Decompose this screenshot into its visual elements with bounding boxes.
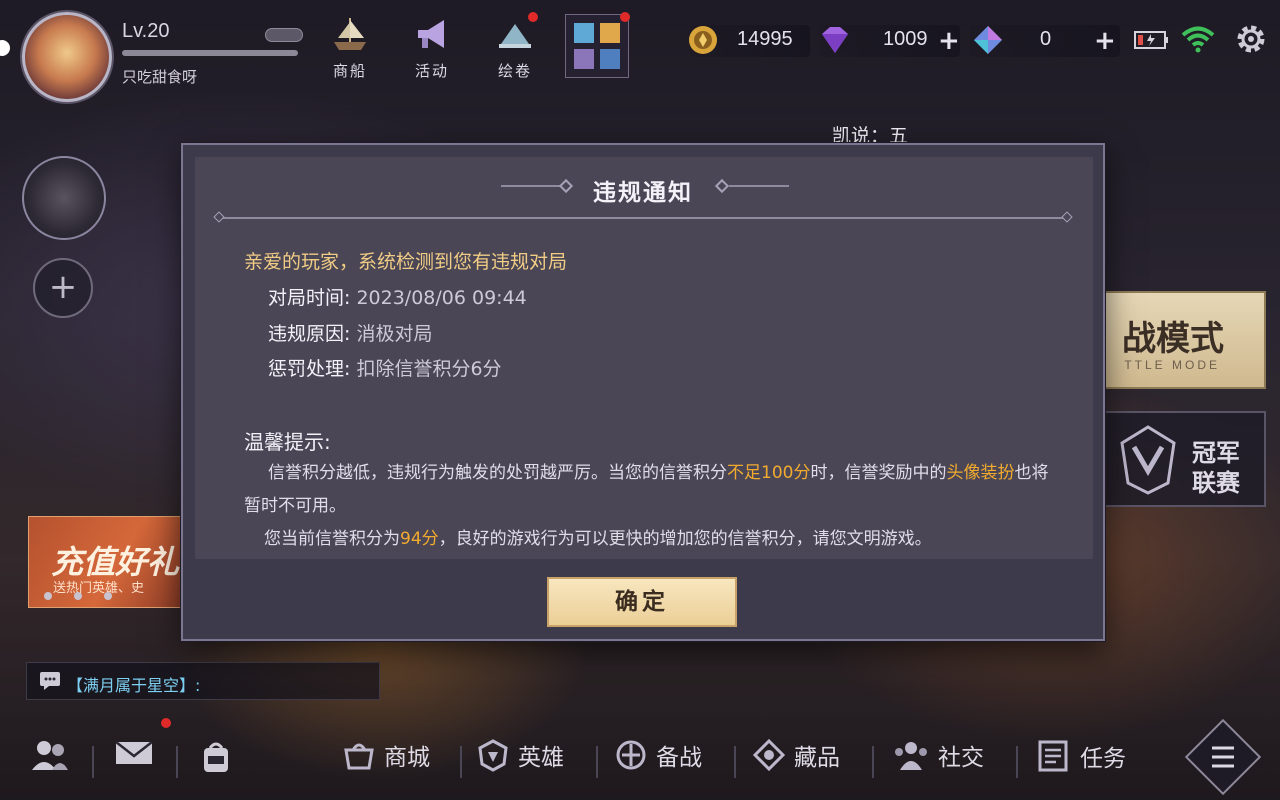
ship-icon (326, 12, 374, 56)
bottom-nav: 商城 英雄 备战 藏品 社交 任务 (0, 718, 1280, 800)
backpack-icon[interactable] (198, 738, 234, 774)
info-value: 扣除信誉积分6分 (356, 358, 502, 380)
notification-dot (620, 12, 630, 22)
clan-avatar[interactable] (22, 156, 106, 240)
top-menu-label: 绘卷 (497, 62, 532, 80)
prepare-icon (616, 740, 646, 770)
tip-paragraph-1: 信誉积分越低，违规行为触发的处罚越严厉。当您的信誉积分不足100分时，信誉奖励中… (244, 463, 1049, 516)
collection-icon (752, 738, 786, 772)
player-nickname: 只吃甜食呀 (122, 68, 198, 86)
player-avatar[interactable] (22, 12, 112, 102)
chat-bar[interactable]: 【满月属于星空】: (26, 662, 380, 700)
top-menu-label: 活动 (414, 62, 449, 80)
violation-dialog: 违规通知 亲爱的玩家，系统检测到您有违规对局 对局时间: 2023/08/06 … (181, 143, 1105, 641)
nav-label: 备战 (656, 745, 702, 771)
info-key: 违规原因: (268, 323, 351, 345)
battle-mode-title: 战模式 (1122, 319, 1224, 359)
crystal-icon (974, 26, 1002, 54)
hero-icon (478, 739, 508, 772)
nav-label: 商城 (384, 745, 430, 771)
top-menu-activity[interactable]: 活动 (397, 12, 467, 81)
shop-icon (344, 743, 374, 770)
nav-collection[interactable]: 藏品 (752, 738, 840, 772)
crystal-value: 0 (1040, 28, 1052, 50)
battle-mode-subtitle: TTLE MODE (1124, 358, 1220, 372)
notification-dot (528, 12, 538, 22)
battery-icon (1134, 31, 1168, 49)
gold-coin-icon (689, 26, 717, 54)
add-crystal-button[interactable]: + (1094, 26, 1116, 56)
gift-box-button[interactable] (565, 14, 629, 78)
gear-icon[interactable] (1234, 22, 1268, 56)
info-row-penalty: 惩罚处理: 扣除信誉积分6分 (268, 354, 502, 381)
dialog-title: 违规通知 (593, 180, 693, 206)
xp-chip (265, 28, 303, 42)
nav-label: 任务 (1080, 746, 1126, 772)
friends-icon[interactable] (30, 738, 70, 774)
league-crest-icon (1120, 425, 1176, 495)
info-row-time: 对局时间: 2023/08/06 09:44 (268, 283, 527, 310)
mail-icon[interactable] (114, 738, 154, 768)
diamond-value: 1009 (883, 28, 928, 50)
highlight-threshold: 不足100分 (727, 463, 811, 483)
tip-title: 温馨提示: (244, 430, 331, 454)
diamond-icon (822, 27, 848, 53)
banner-pagination (44, 592, 112, 600)
player-level: Lv.20 (122, 20, 170, 42)
nav-social[interactable]: 社交 (892, 738, 984, 772)
add-diamond-button[interactable]: + (938, 26, 960, 56)
nav-shop[interactable]: 商城 (342, 738, 430, 772)
nav-prepare[interactable]: 备战 (614, 738, 702, 772)
xp-bar (122, 50, 298, 56)
chat-icon (40, 672, 60, 690)
wifi-icon (1181, 26, 1215, 53)
top-menu-scroll[interactable]: 绘卷 (480, 12, 550, 81)
mail-notification-dot (161, 718, 171, 728)
nav-label: 社交 (938, 745, 984, 771)
social-icon (895, 742, 927, 770)
info-key: 对局时间: (268, 287, 351, 309)
top-menu-ship[interactable]: 商船 (315, 12, 385, 81)
info-value: 消极对局 (356, 323, 433, 345)
info-row-reason: 违规原因: 消极对局 (268, 319, 432, 346)
dialog-divider (219, 217, 1067, 219)
megaphone-icon (408, 12, 456, 56)
nav-label: 英雄 (518, 745, 564, 771)
nav-heroes[interactable]: 英雄 (476, 738, 564, 772)
info-key: 惩罚处理: (268, 358, 351, 380)
league-button[interactable]: 冠军 联赛 (1104, 411, 1266, 507)
nav-label: 藏品 (794, 745, 840, 771)
menu-icon (1212, 746, 1234, 768)
gift-icon (574, 23, 620, 69)
task-icon (1038, 740, 1068, 772)
nav-tasks[interactable]: 任务 (1034, 738, 1126, 774)
league-title-2: 联赛 (1192, 469, 1240, 497)
confirm-button[interactable]: 确定 (547, 577, 737, 627)
highlight-avatar-skin: 头像装扮 (946, 463, 1015, 483)
tip-paragraph-2: 您当前信誉积分为94分，良好的游戏行为可以更快的增加您的信誉积分，请您文明游戏。 (264, 529, 932, 549)
dialog-greeting: 亲爱的玩家，系统检测到您有违规对局 (244, 251, 568, 273)
highlight-current-score: 94分 (400, 529, 439, 549)
info-value: 2023/08/06 09:44 (356, 287, 527, 309)
top-menu-label: 商船 (332, 62, 367, 80)
gold-value: 14995 (737, 28, 793, 50)
chat-message: 【满月属于星空】: (67, 676, 201, 695)
title-deco-right (729, 185, 789, 187)
add-button[interactable]: + (33, 258, 93, 318)
